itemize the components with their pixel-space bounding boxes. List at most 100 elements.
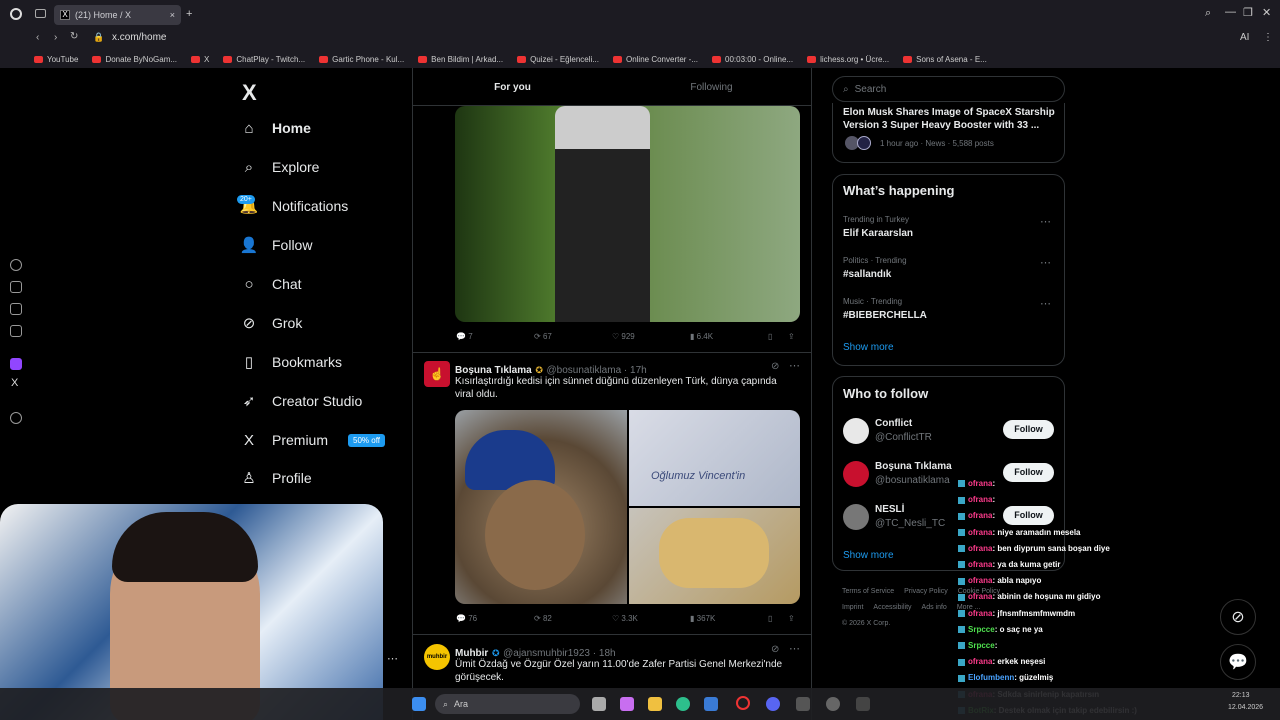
messenger-icon[interactable] (10, 325, 22, 337)
bookmark-icon[interactable]: ▯ (768, 614, 788, 623)
tab-following[interactable]: Following (612, 72, 811, 105)
tab-for-you[interactable]: For you (413, 72, 612, 105)
bookmark-item[interactable]: X (191, 55, 209, 64)
forward-icon[interactable]: › (54, 32, 57, 43)
bookmark-item[interactable]: Donate ByNoGam... (92, 55, 177, 64)
twitch-icon[interactable] (10, 358, 22, 370)
x-sidebar-icon[interactable]: X (11, 377, 18, 389)
browser-tab-active[interactable]: X (21) Home / X × (54, 5, 181, 25)
views-count[interactable]: ▮ 6.4K (690, 332, 768, 341)
url-field[interactable]: x.com/home (112, 32, 166, 43)
opera-logo-icon[interactable] (10, 8, 22, 20)
bookmark-item[interactable]: YouTube (34, 55, 78, 64)
follow-handle[interactable]: @TC_Nesli_TC (875, 518, 945, 529)
footer-link[interactable]: Imprint (842, 600, 863, 616)
post-image-forest[interactable] (455, 106, 800, 322)
footer-link[interactable]: Privacy Policy (904, 588, 948, 595)
nav-item-creator-studio[interactable]: ➶ Creator Studio (240, 392, 420, 410)
nav-item-profile[interactable]: ♙ Profile (240, 469, 420, 487)
bookmark-item[interactable]: lichess.org • Ücre... (807, 55, 889, 64)
news-title[interactable]: Elon Musk Shares Image of SpaceX Starshi… (843, 106, 1058, 132)
bookmark-item[interactable]: Gartic Phone - Kul... (319, 55, 404, 64)
repost-button[interactable]: ⟳ 82 (534, 614, 612, 623)
more-options-icon[interactable]: ⋯ (789, 642, 800, 655)
like-button[interactable]: ♡ 929 (612, 332, 690, 341)
ai-button[interactable]: AI (1240, 32, 1249, 43)
follow-name[interactable]: Conflict (875, 418, 912, 429)
new-tab-icon[interactable]: + (186, 8, 192, 20)
nav-item-follow[interactable]: 👤 Follow (240, 236, 420, 254)
follow-handle[interactable]: @ConflictTR (875, 432, 932, 443)
clock-time[interactable]: 22:13 (1232, 692, 1250, 699)
search-box[interactable]: ⌕ Search (832, 76, 1065, 102)
like-button[interactable]: ♡ 3.3K (612, 614, 690, 623)
bookmark-item[interactable]: 00:03:00 - Online... (712, 55, 793, 64)
share-icon[interactable]: ⇪ (788, 614, 802, 623)
windows-start-icon[interactable] (412, 697, 426, 711)
clock-icon[interactable] (10, 412, 22, 424)
bookmark-item[interactable]: Online Converter -... (612, 55, 698, 64)
bookmark-item[interactable]: Quizei - Eğlenceli... (517, 55, 599, 64)
nav-item-home[interactable]: ⌂ Home (240, 119, 420, 137)
avatar[interactable] (843, 504, 869, 530)
file-explorer-icon[interactable] (648, 697, 662, 711)
minimize-icon[interactable]: — (1225, 6, 1236, 18)
repost-button[interactable]: ⟳ 67 (534, 332, 612, 341)
grok-float-button[interactable]: ⊘ (1220, 599, 1256, 635)
nav-item-explore[interactable]: ⌕ Explore (240, 158, 420, 176)
avatar[interactable] (843, 461, 869, 487)
nav-item-notifications[interactable]: 🔔 Notifications (240, 197, 420, 215)
clock-date[interactable]: 12.04.2026 (1228, 704, 1263, 711)
more-options-icon[interactable]: ⋯ (789, 359, 800, 372)
show-more-link[interactable]: Show more (843, 550, 894, 561)
follow-button[interactable]: Follow (1003, 420, 1054, 439)
follow-name[interactable]: NESLİ (875, 504, 904, 515)
footer-link[interactable]: Accessibility (873, 604, 911, 611)
more-options-icon[interactable]: ⋯ (1040, 297, 1051, 310)
footer-link[interactable]: Terms of Service (842, 588, 894, 595)
close-icon[interactable]: ✕ (1262, 6, 1271, 19)
share-icon[interactable]: ⇪ (788, 332, 802, 341)
opera-taskbar-icon[interactable] (736, 696, 750, 710)
history-icon[interactable] (10, 259, 22, 271)
bookmark-item[interactable]: Ben Bildim | Arkad... (418, 55, 503, 64)
taskbar-search[interactable]: ⌕ Ara (435, 694, 580, 714)
discord-icon[interactable] (766, 697, 780, 711)
post-image-cat[interactable] (455, 410, 627, 604)
follow-name[interactable]: Boşuna Tıklama (875, 461, 952, 472)
store-icon[interactable] (704, 697, 718, 711)
bookmark-item[interactable]: Sons of Asena - E... (903, 55, 987, 64)
x-logo[interactable]: X (242, 80, 257, 106)
app-icon[interactable] (796, 697, 810, 711)
reload-icon[interactable]: ↻ (70, 31, 78, 42)
maximize-icon[interactable]: ❐ (1243, 6, 1253, 19)
back-icon[interactable]: ‹ (36, 32, 39, 43)
avatar[interactable]: ☝ (424, 361, 450, 387)
reply-button[interactable]: 💬 7 (456, 332, 534, 341)
nav-item-premium[interactable]: X Premium 50% off (240, 431, 420, 449)
show-more-link[interactable]: Show more (843, 342, 894, 353)
search-input[interactable]: Search (855, 84, 887, 95)
tab-workspace-icon[interactable] (35, 9, 46, 18)
nav-item-chat[interactable]: ○ Chat (240, 275, 420, 293)
follow-handle[interactable]: @bosunatiklama (875, 475, 950, 486)
obs-icon[interactable] (826, 697, 840, 711)
avatar[interactable]: muhbir (424, 644, 450, 670)
grok-icon[interactable]: ⊘ (771, 644, 779, 655)
search-icon[interactable]: ⌕ (1205, 7, 1211, 20)
more-options-icon[interactable]: ⋯ (1040, 256, 1051, 269)
nav-item-grok[interactable]: ⊘ Grok (240, 314, 420, 332)
trend-name[interactable]: #sallandık (843, 269, 891, 280)
nav-item-bookmarks[interactable]: ▯ Bookmarks (240, 353, 420, 371)
views-count[interactable]: ▮ 367K (690, 614, 768, 623)
footer-link[interactable]: Ads info (922, 604, 947, 611)
post-image-card[interactable]: Oğlumuz Vincent'in (629, 410, 800, 506)
avatar[interactable] (843, 418, 869, 444)
crypto-wallet-icon[interactable] (10, 281, 22, 293)
grok-icon[interactable]: ⊘ (771, 361, 779, 372)
messages-float-button[interactable]: 💬 (1220, 644, 1256, 680)
trend-name[interactable]: Elif Karaarslan (843, 228, 913, 239)
news-card[interactable]: Elon Musk Shares Image of SpaceX Starshi… (832, 103, 1065, 163)
post-image-cookie[interactable] (629, 508, 800, 604)
bookmark-item[interactable]: ChatPlay - Twitch... (223, 55, 305, 64)
